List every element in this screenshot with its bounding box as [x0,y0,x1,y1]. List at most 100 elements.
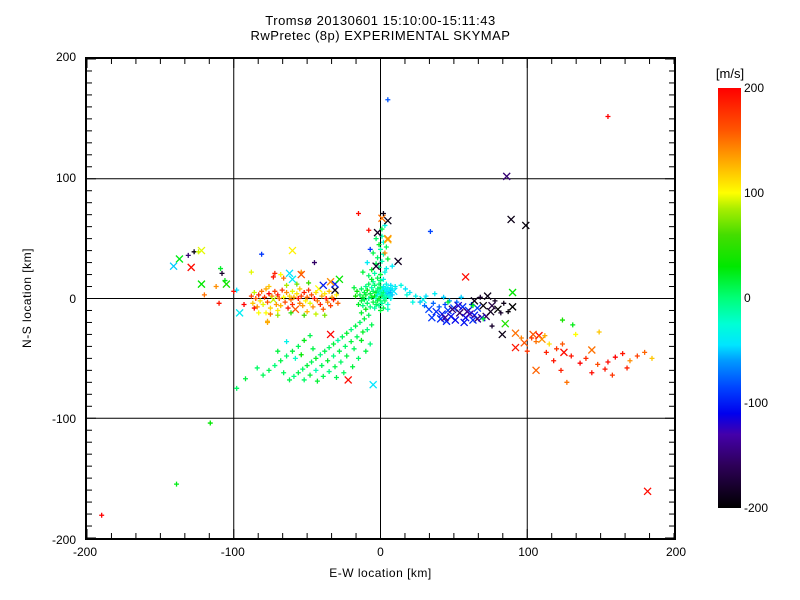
data-point-plus [364,327,370,333]
skymap-page: { "header": { "title_line1": "Tromsø 201… [0,0,800,600]
colorbar-tick-label: 100 [744,186,765,200]
x-axis-label: E-W location [km] [329,566,432,580]
data-point-plus [275,307,281,313]
data-point-plus [642,349,648,355]
data-point-plus [317,352,323,358]
x-tick-label: -200 [72,545,98,559]
data-point-plus [351,285,357,291]
data-point-plus [620,351,626,357]
data-point-plus [436,304,442,310]
data-point-plus [360,329,366,335]
data-point-plus [441,294,447,300]
data-point-plus [297,286,303,292]
data-point-plus [554,346,560,352]
data-point-plus [310,304,316,310]
data-point-plus [320,373,326,379]
data-point-cross [291,305,300,314]
data-point-cross [383,216,392,225]
data-point-plus [213,284,219,290]
data-point-plus [596,329,602,335]
data-point-plus [583,355,589,361]
data-point-plus [326,369,332,375]
data-point-plus [361,316,367,322]
data-point-plus [385,97,391,103]
data-point-plus [342,343,348,349]
data-point-cross [643,487,652,496]
data-point-plus [378,272,383,278]
data-point-plus [250,300,256,306]
data-point-plus [278,358,284,364]
data-point-cross [319,281,328,290]
data-point-plus [257,298,263,304]
data-point-plus [570,322,576,328]
data-point-plus [366,312,372,318]
x-tick-label: 200 [665,545,687,559]
data-point-cross [559,348,568,357]
data-point-plus [281,275,287,281]
data-point-plus [216,300,222,306]
data-point-plus [333,375,339,381]
colorbar-tick-label: 0 [744,291,751,305]
x-tick-label: 100 [518,545,539,559]
y-tick-label: -100 [51,412,76,427]
data-point-cross [461,272,470,281]
data-point-cross [222,280,231,289]
data-point-plus [292,355,298,361]
data-point-plus [242,376,248,382]
data-point-plus [278,303,284,309]
data-point-plus [385,256,391,262]
data-point-plus [432,291,438,297]
data-point-plus [284,339,290,345]
data-point-plus [367,246,373,252]
data-point-plus [275,348,281,354]
colorbar-unit-label: [m/s] [715,66,745,81]
data-point-plus [350,364,356,370]
data-point-plus [294,291,300,297]
data-point-plus [263,310,269,316]
y-tick-label: 0 [69,291,76,306]
data-point-plus [284,353,290,359]
data-point-plus [289,288,295,294]
data-point-plus [543,349,549,355]
data-point-plus [218,266,224,272]
data-point-plus [322,312,328,318]
data-point-cross [235,308,244,317]
data-point-plus [355,210,361,216]
data-point-plus [319,363,325,369]
data-point-plus [518,335,524,341]
data-point-plus [559,341,565,347]
data-point-cross [501,319,510,328]
data-point-cross [479,301,488,310]
data-point-plus [385,306,391,312]
data-point-cross [498,330,507,339]
data-point-plus [201,292,207,298]
data-point-plus [282,299,288,305]
data-point-plus [304,363,310,369]
data-point-plus [325,358,331,364]
data-point-plus [191,249,197,255]
data-point-plus [272,363,278,369]
data-point-cross [451,316,460,325]
data-point-cross [587,346,596,354]
data-point-plus [248,269,254,275]
data-point-plus [602,366,608,372]
data-point-cross [427,313,436,322]
data-point-plus [595,361,601,367]
data-point-plus [272,288,278,294]
data-point-plus [259,251,265,257]
data-point-plus [301,312,307,318]
data-point-plus [348,339,354,345]
data-point-plus [332,364,338,370]
data-point-plus [295,343,301,349]
scatter-plot-canvas [87,59,674,538]
data-point-plus [281,294,287,300]
y-tick-label: -200 [51,533,76,547]
data-point-plus [307,333,313,339]
data-point-plus [336,348,342,354]
data-point-plus [322,348,328,354]
data-point-plus [551,358,557,364]
data-point-plus [341,370,347,376]
data-point-plus [265,299,271,305]
data-point-plus [338,359,344,365]
data-point-plus [313,311,319,317]
